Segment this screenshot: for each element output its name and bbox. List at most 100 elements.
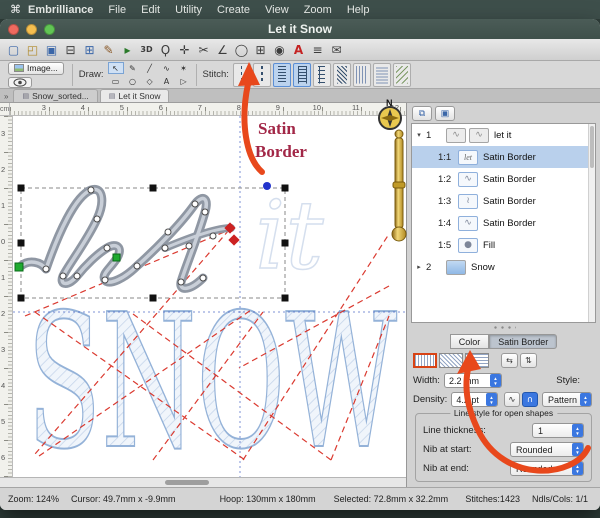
merge-design-icon[interactable]: ⊞ [81,41,98,58]
menu-item[interactable]: Zoom [304,4,332,16]
close-window-button[interactable] [8,24,19,35]
overview-icon[interactable]: ◉ [271,41,288,58]
ellipse-tool[interactable]: ○ [125,75,141,87]
print-icon[interactable]: ⊟ [62,41,79,58]
width-stepper[interactable]: 2.2 mm ▲▼ [444,373,502,388]
measure-icon[interactable]: ∠ [214,41,231,58]
scrollbar-thumb[interactable] [165,480,209,485]
line-thickness-dropdown[interactable]: 1 ▲▼ [532,423,584,438]
menu-item[interactable]: View [265,4,289,16]
node-edit-tool[interactable]: ▷ [176,75,192,87]
menu-item[interactable]: Embrilliance [28,4,93,16]
tab-satin-border[interactable]: Satin Border [489,334,557,349]
flip-horizontal-button[interactable]: ⇆ [501,353,518,368]
line-tool[interactable]: ╱ [142,62,158,74]
grid-icon[interactable]: ⊞ [252,41,269,58]
design-pages-button[interactable]: ⧉ [412,106,432,121]
fill-stitch-button[interactable] [353,63,371,87]
object-properties-icon[interactable]: ≡ [309,41,326,58]
tree-row-group-2[interactable]: ▸ 2 Snow [412,256,595,278]
disclosure-icon[interactable]: ▾ [415,131,423,139]
curve-tool[interactable]: ∿ [159,62,175,74]
satin-pattern-2-button[interactable] [439,353,463,368]
object-view-button[interactable]: ▣ [435,106,455,121]
open-design-icon[interactable]: ◰ [24,41,41,58]
nib-start-dropdown[interactable]: Rounded ▲▼ [510,442,584,457]
tab-let-it-snow[interactable]: ▤ Let it Snow [100,89,170,102]
menu-item[interactable]: Utility [175,4,202,16]
panel-toolbar: ⧉▣ [407,103,600,123]
satin-border-button[interactable] [293,63,311,87]
line-style-wave-button[interactable]: ∿ [504,392,520,407]
menu-item[interactable]: Edit [141,4,160,16]
horizontal-scrollbar[interactable] [0,477,406,487]
title-bar[interactable]: Let it Snow [0,19,600,39]
satin-column-button[interactable] [273,63,291,87]
line-thickness-label: Line thickness: [423,425,486,436]
design-artwork: it SNOW [13,116,406,477]
image-button[interactable]: Image... [8,62,64,75]
menu-item[interactable]: Create [217,4,250,16]
magic-tool[interactable]: ✶ [176,62,192,74]
menu-item[interactable]: Help [347,4,370,16]
zoom-window-button[interactable] [44,24,55,35]
contour-fill-button[interactable] [373,63,391,87]
running-stitch-button[interactable] [233,63,251,87]
tree-row-1-5[interactable]: 1:5 ● Fill [412,234,595,256]
menu-item[interactable]: File [108,4,126,16]
hoop-icon[interactable]: ◯ [233,41,250,58]
stepper-ar rows-icon[interactable]: ▲▼ [486,393,497,406]
start-point-marker[interactable] [15,263,23,271]
app-window: Let it Snow ▢◰▣⊟⊞✎▸3DϘ✛✂∠◯⊞◉A≡✉ Image...… [0,19,600,510]
text-tool[interactable]: A [159,75,175,87]
motif-stitch-button[interactable] [333,63,351,87]
move-tool-icon[interactable]: ✛ [176,41,193,58]
panel-splitter[interactable] [407,323,600,331]
scissors-icon[interactable]: ✂ [195,41,212,58]
polygon-tool[interactable]: ◇ [142,75,158,87]
3d-view-icon[interactable]: 3D [138,41,155,58]
pencil-tool[interactable]: ✎ [125,62,141,74]
notes-icon[interactable]: ✎ [100,41,117,58]
stepper-arrows-icon[interactable]: ▲▼ [490,374,501,387]
tab-overflow-icon[interactable]: » [2,92,11,102]
mid-point-marker[interactable] [113,254,120,261]
design-canvas[interactable]: it SNOW [13,116,406,477]
select-tool[interactable]: ↖ [108,62,124,74]
satin-pattern-1-button[interactable] [413,353,437,368]
object-label: Satin Border [483,174,536,185]
scrollbar-thumb[interactable] [590,126,594,168]
tree-row-group-1[interactable]: ▾ 1 ∿ ∿ let it [412,124,595,146]
flip-vertical-button[interactable]: ⇅ [520,353,537,368]
draw-label: Draw: [79,69,104,80]
tab-color[interactable]: Color [450,334,490,349]
tree-row-1-4[interactable]: 1:4 ∿ Satin Border [412,212,595,234]
tab-snow-sorted[interactable]: ▤ Snow_sorted... [13,89,97,102]
applique-button[interactable] [393,63,411,87]
satin-pattern-3-button[interactable] [465,353,489,368]
new-design-icon[interactable]: ▢ [5,41,22,58]
node-diamond-markers[interactable] [224,222,239,245]
tree-row-1-1[interactable]: 1:1 let Satin Border [412,146,595,168]
apple-menu-icon[interactable]: ⌘ [10,3,24,16]
save-design-icon[interactable]: ▣ [43,41,60,58]
rectangle-tool[interactable]: ▭ [108,75,124,87]
zoom-tool-icon[interactable]: Ϙ [157,41,174,58]
pattern-dropdown[interactable]: Pattern ▲▼ [542,392,592,407]
tree-row-1-2[interactable]: 1:2 ∿ Satin Border [412,168,595,190]
nib-end-dropdown[interactable]: Rounded ▲▼ [510,461,584,476]
tree-scrollbar[interactable] [588,124,595,322]
minimize-window-button[interactable] [26,24,37,35]
letters-tool-icon[interactable]: A [290,41,307,58]
tree-row-1-3[interactable]: 1:3 ≀ Satin Border [412,190,595,212]
blanket-stitch-button[interactable] [313,63,331,87]
design-notes-icon[interactable]: ✉ [328,41,345,58]
show-image-button[interactable] [8,77,32,88]
object-number: 1:2 [438,174,455,185]
line-style-arc-button[interactable]: ∩ [522,392,538,407]
end-point-marker[interactable] [263,182,271,190]
disclosure-icon[interactable]: ▸ [415,263,423,271]
density-stepper[interactable]: 4.2 pt ▲▼ [451,392,498,407]
stitch-simulator-icon[interactable]: ▸ [119,41,136,58]
bean-stitch-button[interactable] [253,63,271,87]
